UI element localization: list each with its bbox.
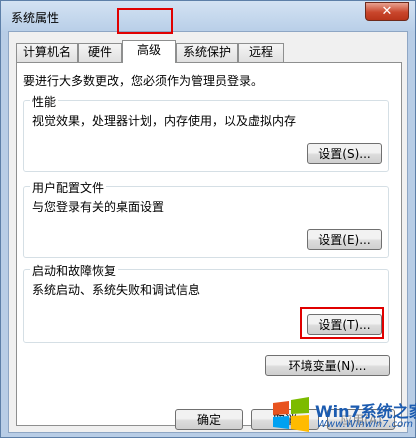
user-profiles-title: 用户配置文件 — [30, 179, 107, 196]
admin-notice: 要进行大多数更改，您必须作为管理员登录。 — [23, 74, 264, 88]
title-bar[interactable]: 系统属性 ✕ — [1, 1, 415, 31]
tab-label: 高级 — [136, 43, 161, 57]
user-profiles-desc: 与您登录有关的桌面设置 — [32, 200, 165, 214]
performance-title: 性能 — [30, 93, 59, 110]
startup-recovery-desc: 系统启动、系统失败和调试信息 — [32, 283, 201, 297]
watermark-url: Www.Winwin7.com — [317, 419, 413, 430]
performance-desc: 视觉效果，处理器计划，内存使用，以及虚拟内存 — [32, 114, 297, 128]
system-properties-window: 系统属性 ✕ 计算机名 硬件 高级 系统保护 远程 要进行大多数更改，您必须作为… — [0, 0, 416, 438]
tab-label: 计算机名 — [22, 45, 71, 59]
performance-group: 性能 视觉效果，处理器计划，内存使用，以及虚拟内存 设置(S)... — [23, 93, 389, 172]
tab-remote[interactable]: 远程 — [238, 43, 284, 62]
watermark: Win7系统之家 Www.Winwin7.com — [269, 395, 416, 435]
close-icon: ✕ — [381, 4, 393, 19]
advanced-tab-highlight — [117, 8, 173, 34]
tab-advanced[interactable]: 高级 — [122, 40, 176, 63]
window-title: 系统属性 — [11, 11, 60, 25]
tab-computer-name[interactable]: 计算机名 — [16, 43, 78, 62]
tab-label: 远程 — [248, 45, 273, 59]
performance-settings-button[interactable]: 设置(S)... — [307, 143, 382, 164]
startup-recovery-title: 启动和故障恢复 — [30, 262, 119, 279]
user-profiles-settings-button[interactable]: 设置(E)... — [307, 229, 382, 250]
environment-variables-button[interactable]: 环境变量(N)... — [265, 355, 390, 376]
windows-logo-icon — [273, 397, 309, 432]
ok-button[interactable]: 确定 — [175, 409, 243, 430]
tab-hardware[interactable]: 硬件 — [78, 43, 122, 62]
startup-settings-highlight — [300, 307, 384, 339]
close-button[interactable]: ✕ — [365, 2, 409, 21]
user-profiles-group: 用户配置文件 与您登录有关的桌面设置 设置(E)... — [23, 179, 389, 258]
tab-label: 系统保护 — [182, 45, 231, 59]
tab-system-protection[interactable]: 系统保护 — [176, 43, 238, 62]
tab-label: 硬件 — [87, 45, 112, 59]
